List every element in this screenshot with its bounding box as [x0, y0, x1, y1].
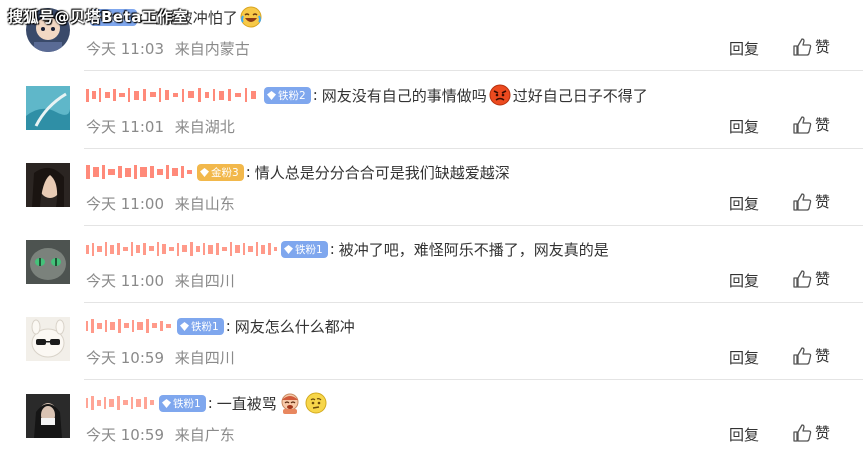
comment-location: 来自湖北 — [174, 118, 235, 136]
comment-meta: 今天 11:03 来自内蒙古 — [86, 38, 250, 59]
fan-badge-label: 铁粉1 — [173, 397, 201, 410]
comment-item: 铁粉1 : 网友怎么什么都冲 今天 10:59 来自四川 回复 赞 — [0, 303, 863, 380]
comment-location: 来自四川 — [174, 272, 235, 290]
like-label: 赞 — [815, 347, 831, 365]
fan-badge[interactable]: 铁粉1 — [177, 317, 224, 335]
comment-location: 来自四川 — [174, 349, 235, 367]
comment-text: 网友没有自己的事情做吗 — [321, 86, 487, 105]
nickname-blurred[interactable] — [86, 240, 278, 258]
divider — [84, 70, 863, 71]
comment-content-line: 金粉3 : 情人总是分分合合可是我们缺越爱越深 — [86, 159, 510, 185]
like-label: 赞 — [815, 424, 831, 442]
avatar[interactable] — [26, 86, 70, 130]
thumbs-up-icon — [792, 115, 812, 135]
comment-time: 今天 11:00 — [86, 272, 164, 290]
like-label: 赞 — [815, 270, 831, 288]
like-button[interactable]: 赞 — [792, 268, 830, 289]
comment-meta: 今天 10:59 来自广东 — [86, 424, 235, 445]
avatar[interactable] — [26, 163, 70, 207]
fan-badge[interactable]: 金粉3 — [197, 163, 244, 181]
like-label: 赞 — [815, 193, 831, 211]
thinking-face-emoji — [305, 392, 327, 414]
reply-button[interactable]: 回复 — [729, 424, 759, 445]
avatar[interactable] — [26, 394, 70, 438]
like-button[interactable]: 赞 — [792, 422, 830, 443]
reply-button[interactable]: 回复 — [729, 270, 759, 291]
crying-baby-emoji — [279, 392, 301, 414]
comment-content-line: 铁粉1 : 网友怎么什么都冲 — [86, 313, 355, 339]
comment-time: 今天 10:59 — [86, 349, 164, 367]
comment-location: 来自广东 — [174, 426, 235, 444]
nickname-blurred[interactable] — [86, 317, 174, 335]
fan-badge-label: 金粉3 — [211, 166, 239, 179]
comment-content-line: 铁粉2 : 网友没有自己的事情做吗 过好自己日子不得了 — [86, 82, 648, 108]
diamond-icon — [200, 167, 209, 177]
fan-badge[interactable]: 铁粉2 — [264, 86, 311, 104]
reply-button[interactable]: 回复 — [729, 193, 759, 214]
comment-location: 来自山东 — [174, 195, 235, 213]
fan-badge[interactable]: 铁粉1 — [159, 394, 206, 412]
like-button[interactable]: 赞 — [792, 114, 830, 135]
comment-content-line: 铁粉1 : 被冲了吧，难怪阿乐不播了，网友真的是 — [86, 236, 609, 262]
comment-time: 今天 11:00 — [86, 195, 164, 213]
diamond-icon — [267, 90, 276, 100]
comment-text: 被冲了吧，难怪阿乐不播了，网友真的是 — [338, 240, 609, 259]
comment-text: 一直被骂 — [216, 394, 277, 413]
colon-separator: : — [225, 317, 231, 335]
laughing-crying-emoji — [240, 6, 262, 28]
reply-button[interactable]: 回复 — [729, 38, 759, 59]
thumbs-up-icon — [792, 269, 812, 289]
comment-text: 网友怎么什么都冲 — [234, 317, 355, 336]
nickname-blurred[interactable] — [86, 394, 156, 412]
thumbs-up-icon — [792, 423, 812, 443]
like-button[interactable]: 赞 — [792, 36, 830, 57]
diamond-icon — [284, 244, 293, 254]
comment-meta: 今天 11:01 来自湖北 — [86, 116, 235, 137]
like-label: 赞 — [815, 38, 831, 56]
colon-separator: : — [329, 240, 335, 258]
comment-item: 铁粉2 : 网友没有自己的事情做吗 过好自己日子不得了 今天 11:01 来自湖… — [0, 72, 863, 149]
comment-meta: 今天 11:00 来自四川 — [86, 270, 235, 291]
diamond-icon — [180, 321, 189, 331]
nickname-blurred[interactable] — [86, 86, 261, 104]
nickname-blurred[interactable] — [86, 163, 194, 181]
comment-meta: 今天 10:59 来自四川 — [86, 347, 235, 368]
like-button[interactable]: 赞 — [792, 345, 830, 366]
comment-time: 今天 10:59 — [86, 426, 164, 444]
comment-time: 今天 11:01 — [86, 118, 164, 136]
comment-item: 铁粉1 : 一直被骂 今天 10:59 来自广东 回复 赞 — [0, 380, 863, 457]
thumbs-up-icon — [792, 192, 812, 212]
reply-button[interactable]: 回复 — [729, 116, 759, 137]
thumbs-up-icon — [792, 346, 812, 366]
thumbs-up-icon — [792, 37, 812, 57]
comment-text-continued: 过好自己日子不得了 — [512, 86, 648, 105]
diamond-icon — [162, 398, 171, 408]
colon-separator: : — [245, 163, 251, 181]
colon-separator: : — [207, 394, 213, 412]
avatar[interactable] — [26, 317, 70, 361]
colon-separator: : — [312, 86, 318, 104]
fan-badge[interactable]: 铁粉1 — [281, 240, 328, 258]
reply-button[interactable]: 回复 — [729, 347, 759, 368]
comment-time: 今天 11:03 — [86, 40, 164, 58]
comment-item: 铁粉1 : 被冲了吧，难怪阿乐不播了，网友真的是 今天 11:00 来自四川 回… — [0, 226, 863, 303]
avatar[interactable] — [26, 240, 70, 284]
fan-badge-label: 铁粉2 — [278, 89, 306, 102]
comment-location: 来自内蒙古 — [174, 40, 250, 58]
fan-badge-label: 铁粉1 — [191, 320, 219, 333]
fan-badge-label: 铁粉1 — [295, 243, 323, 256]
like-button[interactable]: 赞 — [792, 191, 830, 212]
angry-face-emoji — [489, 84, 511, 106]
comment-content-line: 铁粉1 : 一直被骂 — [86, 390, 329, 416]
comment-text: 情人总是分分合合可是我们缺越爱越深 — [254, 163, 510, 182]
like-label: 赞 — [815, 116, 831, 134]
comment-meta: 今天 11:00 来自山东 — [86, 193, 235, 214]
watermark: 搜狐号@贝塔Beta工作室 — [8, 8, 189, 26]
comment-item: 金粉3 : 情人总是分分合合可是我们缺越爱越深 今天 11:00 来自山东 回复… — [0, 149, 863, 226]
